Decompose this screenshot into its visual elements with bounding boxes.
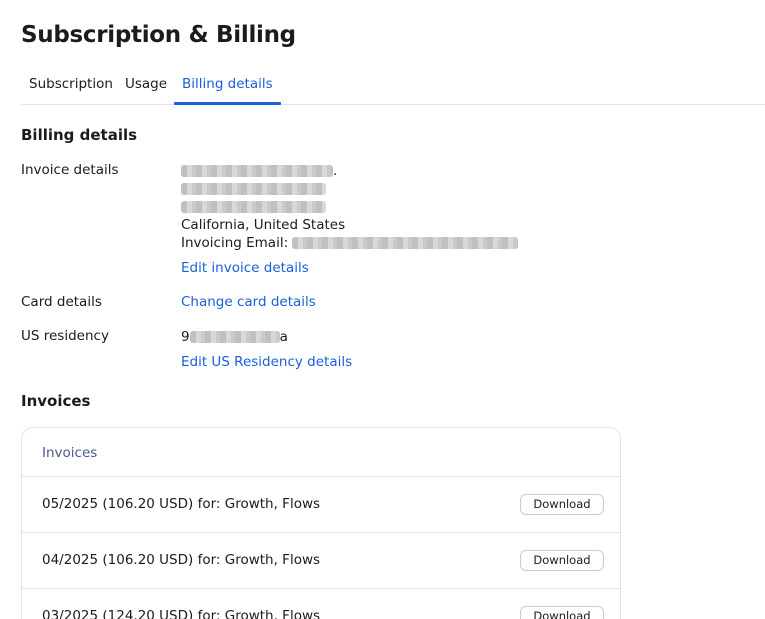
invoice-company-suffix: .: [333, 163, 338, 179]
us-residency-value: 9a: [181, 328, 288, 346]
edit-invoice-details-link[interactable]: Edit invoice details: [181, 260, 309, 276]
invoice-description: 03/2025 (124.20 USD) for: Growth, Flows: [42, 608, 321, 619]
page-title: Subscription & Billing: [21, 22, 296, 48]
billing-details-heading: Billing details: [21, 126, 138, 144]
invoice-address-line-2: [181, 198, 326, 216]
invoice-company-line: .: [181, 162, 337, 180]
invoicing-email-line: Invoicing Email:: [181, 234, 519, 252]
invoice-description: 05/2025 (106.20 USD) for: Growth, Flows: [42, 496, 321, 512]
tab-billing-details[interactable]: Billing details: [174, 74, 281, 105]
tab-bar: Subscription Usage Billing details: [21, 74, 765, 105]
change-card-details-link[interactable]: Change card details: [181, 294, 316, 310]
invoicing-email-label: Invoicing Email:: [181, 235, 289, 251]
tab-subscription[interactable]: Subscription: [21, 74, 121, 104]
invoices-table-header: Invoices: [22, 428, 620, 477]
download-button[interactable]: Download: [520, 494, 604, 515]
invoices-heading: Invoices: [21, 392, 91, 410]
invoice-description: 04/2025 (106.20 USD) for: Growth, Flows: [42, 552, 321, 568]
us-residency-label: US residency: [21, 328, 109, 344]
table-row: 03/2025 (124.20 USD) for: Growth, Flows …: [22, 589, 620, 619]
invoice-details-label: Invoice details: [21, 162, 119, 178]
redacted-address-2: [181, 201, 326, 213]
redacted-address-1: [181, 183, 326, 195]
download-button[interactable]: Download: [520, 550, 604, 571]
redacted-company-name: [181, 165, 333, 177]
invoice-location: California, United States: [181, 217, 346, 233]
redacted-residency: [189, 331, 280, 343]
edit-us-residency-link[interactable]: Edit US Residency details: [181, 354, 352, 370]
download-button[interactable]: Download: [520, 606, 604, 619]
redacted-email: [292, 237, 519, 249]
tab-usage[interactable]: Usage: [117, 74, 175, 104]
invoice-address-line-1: [181, 180, 326, 198]
invoices-table: Invoices 05/2025 (106.20 USD) for: Growt…: [21, 427, 621, 619]
us-residency-suffix: a: [279, 329, 288, 345]
us-residency-prefix: 9: [181, 329, 190, 345]
table-row: 05/2025 (106.20 USD) for: Growth, Flows …: [22, 477, 620, 533]
card-details-label: Card details: [21, 294, 102, 310]
table-row: 04/2025 (106.20 USD) for: Growth, Flows …: [22, 533, 620, 589]
